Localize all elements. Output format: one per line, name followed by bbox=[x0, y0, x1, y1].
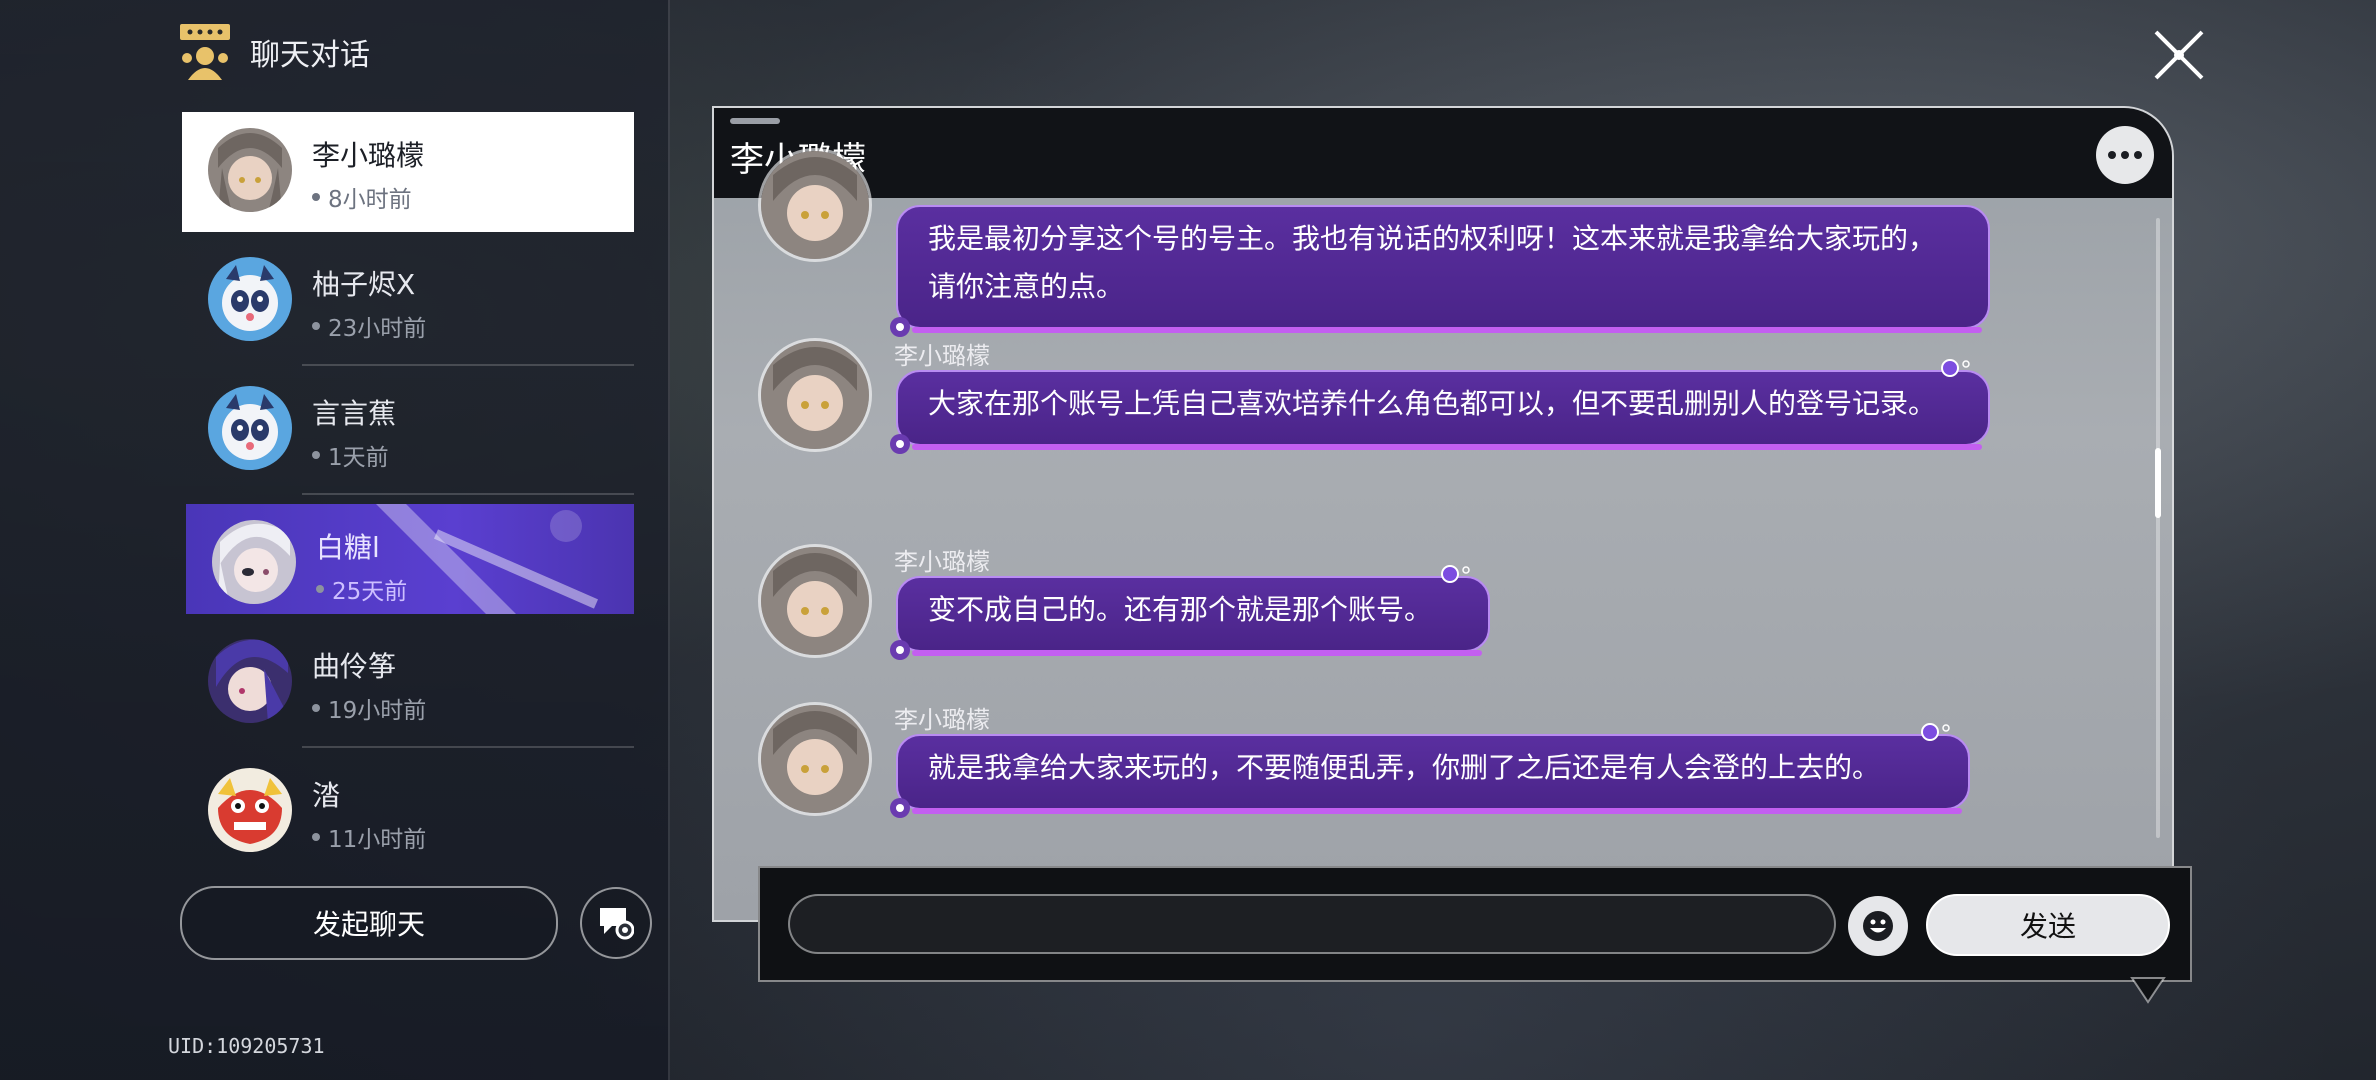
contact-item[interactable]: 柚子烬X 23小时前 bbox=[182, 241, 634, 366]
avatar bbox=[208, 128, 292, 212]
start-chat-button[interactable]: 发起聊天 bbox=[180, 886, 558, 960]
orb-icon bbox=[1441, 565, 1470, 583]
contact-time: 1天前 bbox=[312, 438, 389, 472]
avatar bbox=[758, 148, 872, 262]
avatar bbox=[208, 386, 292, 470]
chat-header: 李小璐檬 bbox=[714, 108, 2172, 198]
orb-icon bbox=[1921, 723, 1950, 741]
dot-icon bbox=[2108, 151, 2116, 159]
contact-time: 8小时前 bbox=[312, 180, 412, 214]
message-input-bar: 发送 bbox=[758, 866, 2192, 982]
message-bubble: 就是我拿给大家来玩的，不要随便乱弄，你删了之后还是有人会登的上去的。 bbox=[890, 723, 1970, 818]
contact-name: 柚子烬X bbox=[312, 268, 416, 301]
contact-item[interactable]: 言言蕉 1天前 bbox=[182, 370, 634, 495]
emoji-button[interactable] bbox=[1848, 896, 1908, 956]
message-text: 我是最初分享这个号的号主。我也有说话的权利呀！这本来就是我拿给大家玩的，请你注意… bbox=[928, 222, 1937, 303]
avatar bbox=[208, 768, 292, 852]
message-sender: 李小璐檬 bbox=[894, 548, 990, 576]
contact-name: 涾 bbox=[312, 779, 341, 812]
contact-time: 23小时前 bbox=[312, 309, 426, 343]
contact-item[interactable]: 曲伶筝 19小时前 bbox=[182, 623, 634, 748]
contact-name: 曲伶筝 bbox=[312, 650, 397, 683]
chat-group-icon bbox=[180, 24, 230, 80]
avatar bbox=[212, 520, 296, 604]
user-id: UID:109205731 bbox=[168, 1034, 325, 1058]
divider bbox=[302, 746, 634, 748]
contact-name: 李小璐檬 bbox=[312, 139, 425, 172]
flower-icon bbox=[890, 798, 910, 818]
contact-list: 李小璐檬 8小时前 柚子烬X 23小时前 言言蕉 1天前 白糖l 25天前 曲伶… bbox=[182, 112, 634, 881]
panel-title: 聊天对话 bbox=[250, 38, 370, 73]
avatar bbox=[758, 544, 872, 658]
orb-icon bbox=[1941, 359, 1970, 377]
close-icon[interactable] bbox=[2152, 28, 2206, 82]
contact-name: 白糖l bbox=[316, 531, 380, 564]
chat-window: 李小璐檬 我是最初分享这个号的号主。我也有说话的权利呀！这本来就是我拿给大家玩的… bbox=[712, 106, 2174, 922]
avatar bbox=[208, 257, 292, 341]
contact-time: 11小时前 bbox=[312, 820, 426, 854]
contact-time: 25天前 bbox=[316, 572, 407, 606]
message-text: 变不成自己的。还有那个就是那个账号。 bbox=[928, 593, 1433, 626]
chat-settings-button[interactable] bbox=[580, 887, 652, 959]
panel-header: 聊天对话 bbox=[178, 22, 370, 82]
flower-icon bbox=[890, 434, 910, 454]
contact-item[interactable]: 白糖l 25天前 bbox=[186, 504, 634, 614]
contact-name: 言言蕉 bbox=[312, 397, 397, 430]
message-bubble: 大家在那个账号上凭自己喜欢培养什么角色都可以，但不要乱删别人的登号记录。 bbox=[890, 359, 1990, 454]
chat-settings-icon bbox=[600, 908, 634, 940]
message-text: 大家在那个账号上凭自己喜欢培养什么角色都可以，但不要乱删别人的登号记录。 bbox=[928, 387, 1937, 420]
contact-panel: 聊天对话 李小璐檬 8小时前 柚子烬X 23小时前 言言蕉 1天前 白糖l 25… bbox=[0, 0, 670, 1080]
tab-marker bbox=[730, 118, 780, 124]
message-sender: 李小璐檬 bbox=[894, 342, 990, 370]
scrollbar-thumb[interactable] bbox=[2155, 448, 2161, 518]
send-button[interactable]: 发送 bbox=[1926, 894, 2170, 956]
message-bubble: 我是最初分享这个号的号主。我也有说话的权利呀！这本来就是我拿给大家玩的，请你注意… bbox=[890, 205, 1990, 337]
input-pointer bbox=[2130, 977, 2166, 1004]
message-list[interactable]: 我是最初分享这个号的号主。我也有说话的权利呀！这本来就是我拿给大家玩的，请你注意… bbox=[714, 148, 2172, 920]
contact-time: 19小时前 bbox=[312, 691, 426, 725]
divider bbox=[302, 493, 634, 495]
message-sender: 李小璐檬 bbox=[894, 706, 990, 734]
avatar bbox=[208, 639, 292, 723]
avatar bbox=[758, 338, 872, 452]
flower-icon bbox=[890, 640, 910, 660]
dot-icon bbox=[2121, 151, 2129, 159]
dot-icon bbox=[2134, 151, 2142, 159]
emoji-icon bbox=[1863, 911, 1893, 941]
contact-item[interactable]: 涾 11小时前 bbox=[182, 752, 634, 872]
more-options-button[interactable] bbox=[2096, 126, 2154, 184]
message-bubble: 变不成自己的。还有那个就是那个账号。 bbox=[890, 565, 1490, 660]
contact-item[interactable]: 李小璐檬 8小时前 bbox=[182, 112, 634, 232]
scrollbar-track[interactable] bbox=[2156, 218, 2160, 838]
message-text: 就是我拿给大家来玩的，不要随便乱弄，你删了之后还是有人会登的上去的。 bbox=[928, 751, 1881, 784]
message-input[interactable] bbox=[788, 894, 1836, 954]
avatar bbox=[758, 702, 872, 816]
divider bbox=[302, 364, 634, 366]
